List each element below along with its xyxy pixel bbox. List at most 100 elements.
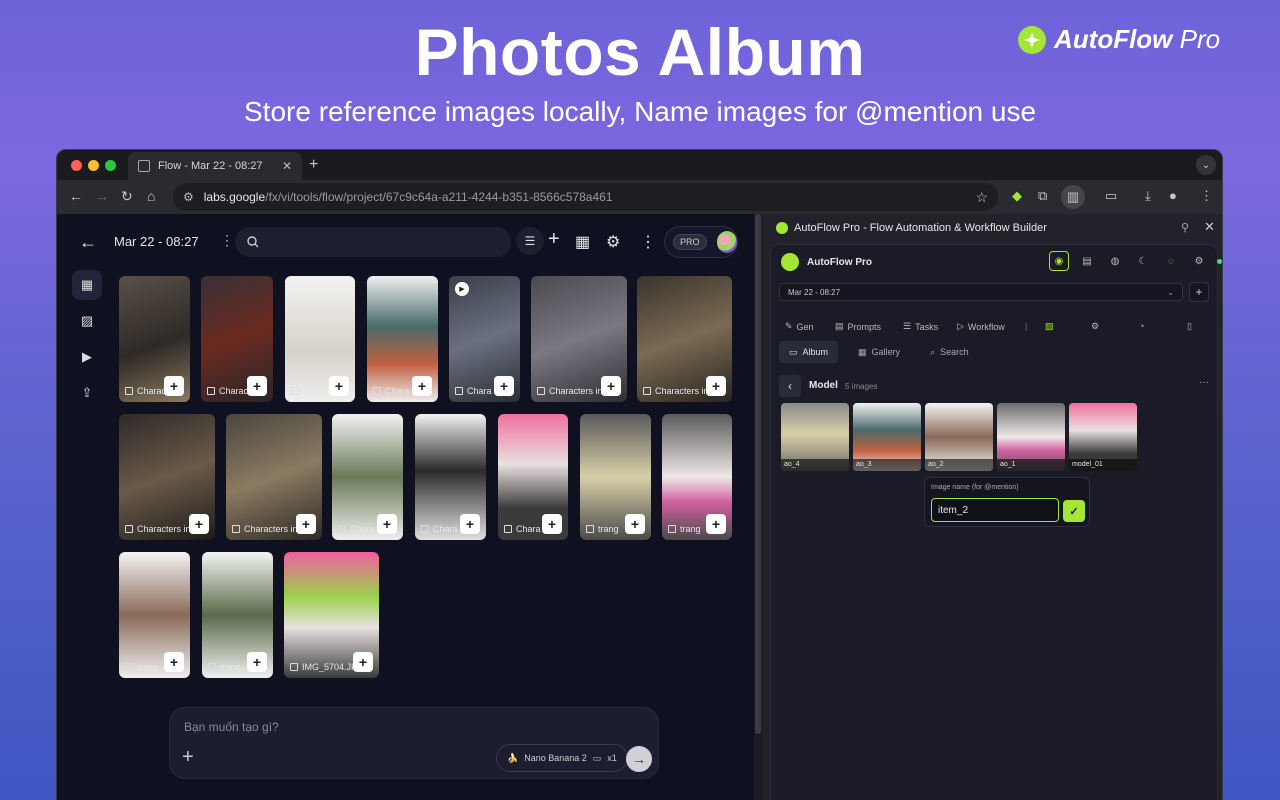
tab-gen[interactable]: ✎ Gen [785, 321, 814, 332]
home-icon[interactable]: ⌂ [147, 188, 155, 204]
album-back-button[interactable]: ‹ [779, 375, 801, 397]
media-card[interactable]: trang + [202, 552, 273, 678]
add-to-prompt-button[interactable]: + [494, 376, 514, 396]
tab-prompts[interactable]: ▤ Prompts [835, 321, 881, 332]
album-thumbnail[interactable]: ao_1 [997, 403, 1065, 471]
subtab-album[interactable]: ▭ Album [779, 341, 839, 363]
filter-button[interactable]: ☰ [516, 227, 544, 255]
album-thumbnail[interactable]: ao_3 [853, 403, 921, 471]
download-icon[interactable]: ⤓ [1145, 188, 1151, 204]
media-card[interactable]: trang + [662, 414, 732, 540]
browser-menu-icon[interactable]: ⋮ [1200, 188, 1213, 204]
add-to-prompt-button[interactable]: + [247, 376, 267, 396]
avatar[interactable] [716, 231, 737, 253]
add-to-prompt-button[interactable]: + [706, 514, 726, 534]
add-to-prompt-button[interactable]: + [164, 652, 184, 672]
chat-icon[interactable]: ◌ [1161, 251, 1181, 271]
close-panel-icon[interactable]: ✕ [1204, 219, 1215, 235]
rail-upload-button[interactable]: ⇪ [72, 378, 102, 408]
tab-workflow[interactable]: ▷ Workflow [957, 321, 1005, 332]
add-to-prompt-button[interactable]: + [189, 514, 209, 534]
site-info-icon[interactable]: ⚙ [183, 190, 194, 204]
camera-icon[interactable]: ◉ [1049, 251, 1069, 271]
back-icon[interactable]: ← [69, 188, 83, 204]
add-to-prompt-button[interactable]: + [706, 376, 726, 396]
scrollbar-thumb[interactable] [755, 214, 761, 734]
more-menu-icon[interactable]: ⋮ [640, 232, 656, 252]
close-window-button[interactable] [71, 160, 82, 171]
media-card[interactable]: ▶ Chara + [449, 276, 520, 402]
minimize-window-button[interactable] [88, 160, 99, 171]
album-thumbnail[interactable]: model_01 [1069, 403, 1137, 471]
scrollbar[interactable] [754, 214, 762, 800]
subtab-gallery[interactable]: ▦ Gallery [848, 341, 910, 363]
subtab-search[interactable]: ⌕ Search [920, 341, 979, 363]
maximize-window-button[interactable] [105, 160, 116, 171]
model-selector[interactable]: 🍌 Nano Banana 2 ▭ x1 [496, 744, 628, 772]
add-to-prompt-button[interactable]: + [296, 514, 316, 534]
document-icon[interactable]: ▤ [1077, 251, 1097, 271]
close-tab-icon[interactable]: ✕ [282, 159, 292, 173]
settings-gear-icon[interactable]: ⚙ [606, 232, 620, 252]
add-to-prompt-button[interactable]: + [164, 376, 184, 396]
album-thumbnail[interactable]: ao_4 [781, 403, 849, 471]
rail-grid-button[interactable]: ▦ [72, 270, 102, 300]
image-name-input[interactable] [931, 498, 1059, 522]
media-card[interactable]: Characters in+ [201, 276, 273, 402]
prompt-composer[interactable]: Bạn muốn tạo gì? + 🍌 Nano Banana 2 ▭ x1 … [169, 707, 659, 779]
bookmark-star-icon[interactable]: ☆ [975, 189, 988, 206]
profile-avatar-icon[interactable]: ● [1169, 188, 1177, 203]
address-bar[interactable]: ⚙ labs.google/fx/vi/tools/flow/project/6… [173, 183, 998, 211]
search-input[interactable] [235, 227, 511, 257]
media-card[interactable]: IMG_5704.JPG+ [284, 552, 379, 678]
account-pill[interactable]: PRO [664, 226, 738, 258]
add-to-prompt-button[interactable]: + [460, 514, 480, 534]
album-thumbnail[interactable]: ao_2 [925, 403, 993, 471]
film-icon[interactable]: ▦ [575, 232, 590, 252]
back-arrow-icon[interactable]: ← [79, 232, 97, 253]
media-card[interactable]: Chara + [498, 414, 568, 540]
add-to-prompt-button[interactable]: + [329, 376, 349, 396]
add-project-button[interactable]: + [1189, 282, 1209, 302]
project-menu-icon[interactable]: ⋮ [220, 232, 234, 249]
project-select[interactable]: Mar 22 - 08:27 ⌄ [779, 283, 1183, 301]
media-card[interactable]: Chara + [332, 414, 403, 540]
browser-tab[interactable]: Flow - Mar 22 - 08:27 ✕ [128, 152, 302, 180]
add-to-prompt-button[interactable]: + [377, 514, 397, 534]
rail-video-button[interactable]: ▶ [72, 342, 102, 372]
add-to-prompt-button[interactable]: + [542, 514, 562, 534]
add-icon[interactable]: + [548, 228, 560, 251]
new-tab-icon[interactable]: + [309, 156, 318, 174]
tab-files[interactable]: ▯ [1187, 321, 1192, 332]
settings-gear-icon[interactable]: ⚙ [1189, 251, 1209, 271]
media-card[interactable]: Characters in+ [119, 276, 190, 402]
send-button[interactable]: → [626, 746, 652, 772]
media-card[interactable]: Chara + [415, 414, 486, 540]
add-to-prompt-button[interactable]: + [625, 514, 645, 534]
media-card[interactable]: Characters in+ [637, 276, 732, 402]
tab-search-icon[interactable]: ⌄ [1196, 155, 1216, 175]
media-card[interactable]: trang + [119, 552, 190, 678]
tab-bot[interactable]: ⚙ [1091, 321, 1099, 332]
tab-tasks[interactable]: ☰ Tasks [903, 321, 938, 332]
side-panel-icon[interactable]: ▥ [1061, 185, 1085, 209]
add-to-prompt-button[interactable]: + [601, 376, 621, 396]
more-options-icon[interactable]: ··· [1199, 377, 1209, 388]
media-card[interactable]: Chara + [367, 276, 438, 402]
media-card[interactable]: Characters in+ [226, 414, 322, 540]
media-card[interactable]: Characters in+ [119, 414, 215, 540]
reload-icon[interactable]: ↻ [121, 188, 133, 205]
moon-icon[interactable]: ☾ [1133, 251, 1153, 271]
confirm-rename-button[interactable]: ✓ [1063, 500, 1085, 522]
add-to-prompt-button[interactable]: + [247, 652, 267, 672]
add-to-prompt-button[interactable]: + [353, 652, 373, 672]
autoflow-extension-icon[interactable]: ◆ [1012, 188, 1022, 204]
extensions-puzzle-icon[interactable]: ⧉ [1038, 188, 1047, 204]
attach-plus-icon[interactable]: + [182, 746, 194, 769]
pin-icon[interactable]: ⚲ [1181, 221, 1189, 234]
rail-image-button[interactable]: ▨ [72, 306, 102, 336]
media-card[interactable]: Chara + [285, 276, 355, 402]
media-card[interactable]: Characters in+ [531, 276, 627, 402]
cast-icon[interactable]: ▭ [1105, 188, 1117, 204]
media-card[interactable]: trang + [580, 414, 651, 540]
